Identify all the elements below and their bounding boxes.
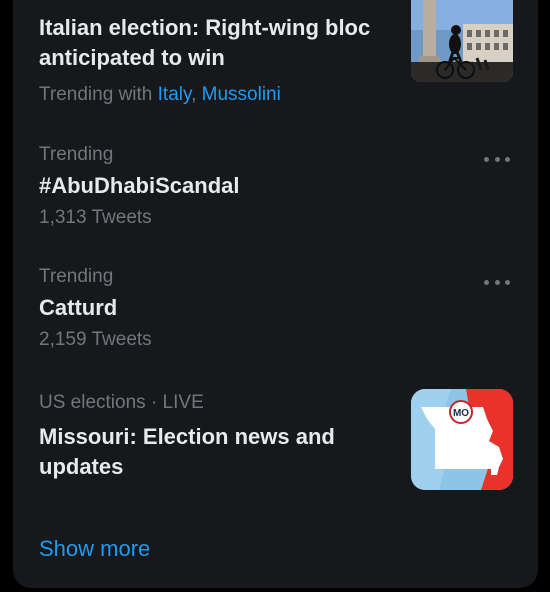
trend-context: Trending — [39, 266, 114, 287]
trend-headline-line: Missouri: Election news and — [39, 424, 335, 449]
cyclist-plaza-photo — [411, 0, 513, 82]
trend-context: Trending — [39, 144, 114, 165]
show-more-link[interactable]: Show more — [39, 536, 150, 562]
trends-panel: Italian election: Right-wing bloc antici… — [13, 0, 538, 588]
trend-headline-line: anticipated to win — [39, 45, 225, 70]
trend-headline: Italian election: Right-wing bloc antici… — [39, 13, 409, 73]
trend-item-abudhabiscandal[interactable]: Trending #AbuDhabiScandal 1,313 Tweets — [13, 120, 538, 242]
trend-tweet-count: 1,313 Tweets — [39, 207, 152, 228]
more-dots-icon[interactable] — [484, 275, 510, 289]
trend-tweet-count: 2,159 Tweets — [39, 329, 152, 350]
trend-context-label: Trending with — [39, 84, 153, 105]
trend-name: #AbuDhabiScandal — [39, 173, 240, 198]
trend-item-missouri-election[interactable]: US elections · LIVE Missouri: Election n… — [13, 366, 538, 506]
svg-text:MO: MO — [453, 408, 469, 419]
trend-headline-line: updates — [39, 454, 124, 479]
trend-link-mussolini[interactable]: Mussolini — [202, 84, 281, 105]
trend-item-italian-election[interactable]: Italian election: Right-wing bloc antici… — [13, 0, 538, 120]
more-dots-icon[interactable] — [484, 152, 510, 166]
trend-item-catturd[interactable]: Trending Catturd 2,159 Tweets — [13, 242, 538, 366]
trend-link-italy[interactable]: Italy — [158, 84, 191, 105]
separator-comma: , — [191, 84, 197, 105]
missouri-map-image: MO — [411, 389, 513, 490]
trend-headline: Missouri: Election news and updates — [39, 422, 389, 482]
trend-name: Catturd — [39, 295, 118, 320]
trend-context: US elections · LIVE — [39, 392, 204, 413]
trend-headline-line: Italian election: Right-wing bloc — [39, 15, 371, 40]
trend-context: Trending with Italy, Mussolini — [39, 84, 281, 106]
